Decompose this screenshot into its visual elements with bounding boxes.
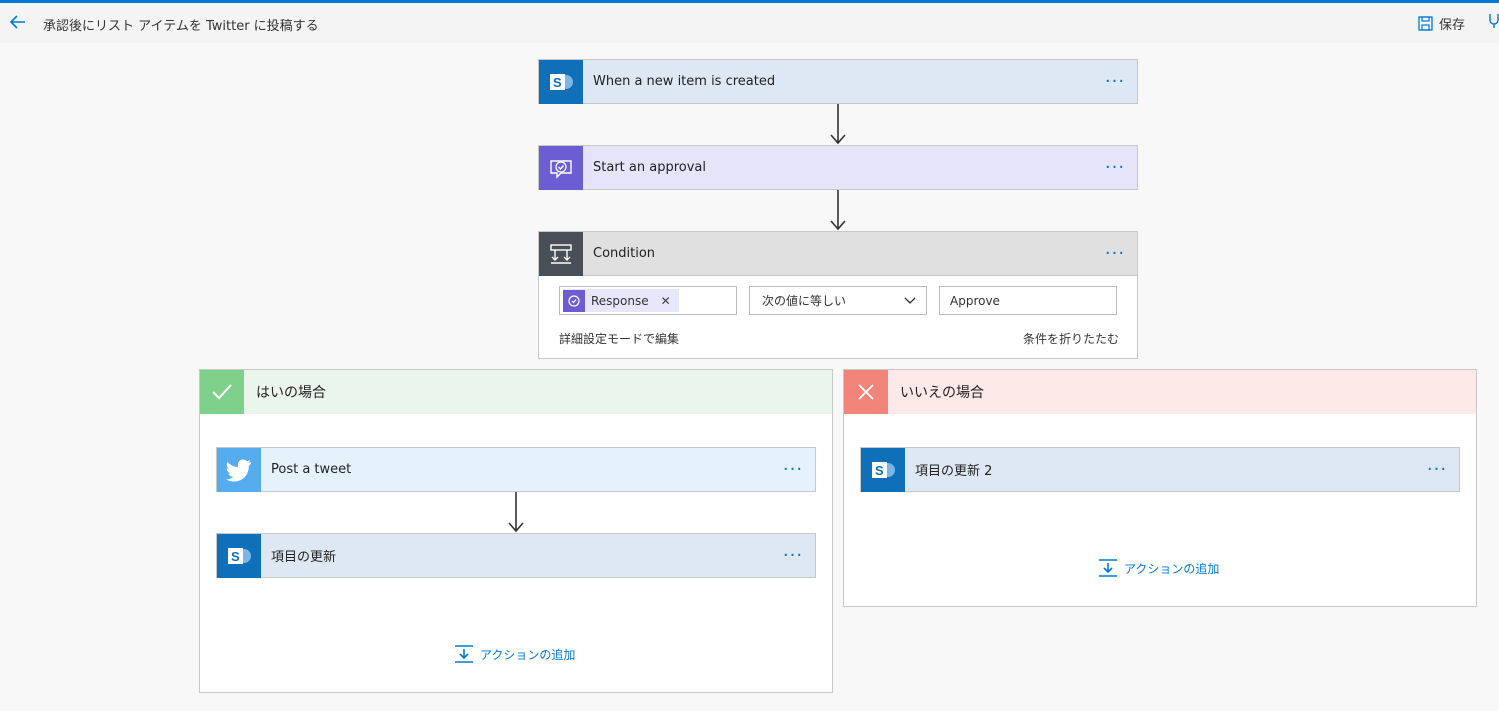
condition-right-operand[interactable]: Approve bbox=[939, 286, 1117, 315]
sharepoint-icon: S bbox=[861, 447, 905, 492]
save-label: 保存 bbox=[1439, 18, 1466, 33]
connector-arrow bbox=[508, 492, 524, 533]
action-label: Post a tweet bbox=[271, 462, 352, 477]
add-action-label: アクションの追加 bbox=[1124, 561, 1220, 576]
flow-checker-icon[interactable] bbox=[1488, 13, 1499, 35]
flow-title: 承認後にリスト アイテムを Twitter に投稿する bbox=[43, 19, 319, 34]
more-options-icon[interactable]: ··· bbox=[771, 546, 815, 564]
condition-label: Condition bbox=[593, 246, 656, 261]
svg-text:S: S bbox=[875, 463, 884, 478]
remove-token-icon[interactable]: ✕ bbox=[661, 294, 671, 308]
back-arrow-icon bbox=[9, 15, 25, 29]
yes-branch: はいの場合 Post a tweet ··· S 項目の更新 ··· アクション… bbox=[199, 369, 833, 693]
more-options-icon[interactable]: ··· bbox=[1093, 72, 1137, 90]
approval-card[interactable]: Start an approval ··· bbox=[538, 145, 1138, 190]
add-action-icon bbox=[1099, 559, 1117, 577]
approval-icon bbox=[563, 289, 585, 312]
check-icon bbox=[200, 370, 244, 414]
no-branch: いいえの場合 S 項目の更新 2 ··· アクションの追加 bbox=[843, 369, 1477, 607]
save-button[interactable]: 保存 bbox=[1418, 14, 1465, 33]
action-label: 項目の更新 bbox=[271, 550, 337, 565]
sharepoint-icon: S bbox=[539, 59, 583, 104]
update-item-2-card[interactable]: S 項目の更新 2 ··· bbox=[860, 447, 1460, 492]
more-options-icon[interactable]: ··· bbox=[1415, 460, 1459, 478]
no-branch-header[interactable]: いいえの場合 bbox=[844, 370, 1476, 414]
add-action-button[interactable]: アクションの追加 bbox=[454, 644, 575, 664]
yes-branch-header[interactable]: はいの場合 bbox=[200, 370, 832, 414]
more-options-icon[interactable]: ··· bbox=[1093, 158, 1137, 176]
collapse-condition-link[interactable]: 条件を折りたたむ bbox=[1023, 330, 1119, 347]
connector-arrow bbox=[830, 104, 846, 145]
condition-card[interactable]: Condition ··· bbox=[538, 231, 1138, 276]
dynamic-token[interactable]: Response ✕ bbox=[563, 289, 679, 312]
token-label: Response bbox=[591, 293, 649, 308]
trigger-label: When a new item is created bbox=[593, 74, 776, 89]
update-item-card[interactable]: S 項目の更新 ··· bbox=[216, 533, 816, 578]
approval-label: Start an approval bbox=[593, 160, 706, 175]
yes-branch-label: はいの場合 bbox=[256, 385, 326, 401]
svg-text:S: S bbox=[231, 549, 240, 564]
condition-icon bbox=[539, 231, 583, 276]
back-button[interactable] bbox=[8, 12, 28, 32]
add-action-icon bbox=[455, 645, 473, 663]
sharepoint-icon: S bbox=[217, 533, 261, 578]
operator-value: 次の値に等しい bbox=[762, 294, 847, 308]
no-branch-label: いいえの場合 bbox=[900, 385, 984, 401]
more-options-icon[interactable]: ··· bbox=[771, 460, 815, 478]
operator-dropdown[interactable]: 次の値に等しい bbox=[749, 286, 927, 315]
connector-arrow bbox=[830, 190, 846, 231]
more-options-icon[interactable]: ··· bbox=[1093, 244, 1137, 262]
action-label: 項目の更新 2 bbox=[915, 464, 993, 479]
svg-text:S: S bbox=[553, 75, 562, 90]
condition-body: Response ✕ 次の値に等しい Approve 詳細設定モードで編集 条件… bbox=[538, 276, 1138, 359]
close-icon bbox=[844, 370, 888, 414]
save-icon bbox=[1418, 16, 1433, 31]
add-action-button[interactable]: アクションの追加 bbox=[1098, 558, 1219, 578]
add-action-label: アクションの追加 bbox=[480, 647, 576, 662]
header-bar: 承認後にリスト アイテムを Twitter に投稿する 保存 bbox=[0, 3, 1499, 43]
chevron-down-icon bbox=[904, 297, 916, 304]
approval-icon bbox=[539, 145, 583, 190]
trigger-card[interactable]: S When a new item is created ··· bbox=[538, 59, 1138, 104]
condition-left-operand[interactable]: Response ✕ bbox=[559, 286, 737, 315]
advanced-mode-link[interactable]: 詳細設定モードで編集 bbox=[559, 330, 679, 347]
operand-value: Approve bbox=[950, 293, 1000, 308]
post-tweet-card[interactable]: Post a tweet ··· bbox=[216, 447, 816, 492]
twitter-icon bbox=[217, 447, 261, 492]
